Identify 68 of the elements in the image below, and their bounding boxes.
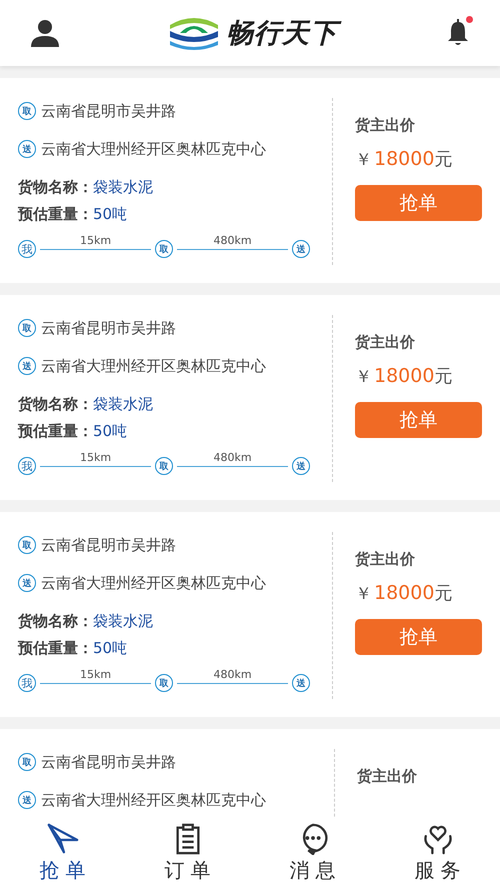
delivery-address: 云南省大理州经开区奥林匹克中心 [41,574,266,592]
cargo-value: 袋装水泥 [93,178,153,197]
distance-text: 15km [80,234,112,247]
currency-symbol: ￥ [355,149,372,171]
nav-tab[interactable]: 抢单 [0,817,125,889]
delivery-address: 云南省大理州经开区奥林匹克中心 [41,790,266,810]
weight-label: 预估重量： [18,205,93,224]
price-label: 货主出价 [355,333,416,352]
delivery-address: 云南省大理州经开区奥林匹克中心 [41,140,266,158]
weight-value: 50吨 [93,422,128,441]
price-unit: 元 [434,148,452,171]
pickup-badge: 取 [155,457,173,475]
distance-text: 15km [80,668,112,681]
nav-tab[interactable]: 消息 [250,817,375,889]
distance-text: 480km [213,234,252,247]
my-location-badge: 我 [18,457,36,475]
price-label: 货主出价 [355,550,416,569]
currency-symbol: ￥ [355,583,372,605]
paper-plane-icon [46,822,78,854]
cargo-value: 袋装水泥 [93,612,153,631]
order-card[interactable]: 取 云南省昆明市吴井路 送 云南省大理州经开区奥林匹克中心 货物名称：袋装水泥 预估重量：50吨 我 15km 取 480km 送 货主出价 ￥18000元 抢单 [0,295,500,500]
bell-icon[interactable] [446,19,470,47]
my-location-badge: 我 [18,240,36,258]
pickup-badge: 取 [155,240,173,258]
order-card[interactable]: 取 云南省昆明市吴井路 送 云南省大理州经开区奥林匹克中心 货主出价 [0,729,500,817]
price-amount: 18000 [374,582,434,604]
cargo-label: 货物名称： [18,178,93,197]
distance-text: 480km [213,668,252,681]
delivery-badge: 送 [18,574,36,592]
price-label: 货主出价 [357,767,418,786]
weight-label: 预估重量： [18,422,93,441]
pickup-badge: 取 [18,319,36,337]
weight-label: 预估重量： [18,639,93,658]
cargo-label: 货物名称： [18,612,93,631]
nav-tab[interactable]: 订单 [125,817,250,889]
delivery-badge: 送 [292,240,310,258]
pickup-address: 云南省昆明市吴井路 [41,536,176,554]
weight-value: 50吨 [93,205,128,224]
delivery-badge: 送 [292,674,310,692]
distance-text: 480km [213,451,252,464]
cargo-value: 袋装水泥 [93,395,153,414]
price-amount: 18000 [374,365,434,387]
my-location-badge: 我 [18,674,36,692]
pickup-badge: 取 [18,536,36,554]
pickup-badge: 取 [155,674,173,692]
weight-value: 50吨 [93,639,128,658]
order-card[interactable]: 取 云南省昆明市吴井路 送 云南省大理州经开区奥林匹克中心 货物名称：袋装水泥 预估重量：50吨 我 15km 取 480km 送 货主出价 ￥18000元 抢单 [0,512,500,717]
price-unit: 元 [434,582,452,605]
pickup-address: 云南省昆明市吴井路 [41,752,176,772]
price-unit: 元 [434,365,452,388]
delivery-badge: 送 [292,457,310,475]
currency-symbol: ￥ [355,366,372,388]
delivery-badge: 送 [18,357,36,375]
user-icon[interactable] [30,18,60,48]
delivery-badge: 送 [18,791,36,809]
cargo-label: 货物名称： [18,395,93,414]
delivery-address: 云南省大理州经开区奥林匹克中心 [41,356,266,376]
price-amount: 18000 [374,148,434,170]
pickup-badge: 取 [18,753,36,771]
waves-logo-icon [168,15,220,51]
pickup-address: 云南省昆明市吴井路 [41,318,176,338]
delivery-badge: 送 [18,140,36,158]
pickup-address: 云南省昆明市吴井路 [41,102,176,120]
nav-tab[interactable]: 服务 [375,817,500,889]
price-label: 货主出价 [355,116,416,135]
pickup-badge: 取 [18,102,36,120]
distance-text: 15km [80,451,112,464]
order-card[interactable]: 取 云南省昆明市吴井路 送 云南省大理州经开区奥林匹克中心 货物名称：袋装水泥 预估重量：50吨 我 15km 取 480km 送 货主出价 ￥18000元 抢单 [0,78,500,283]
